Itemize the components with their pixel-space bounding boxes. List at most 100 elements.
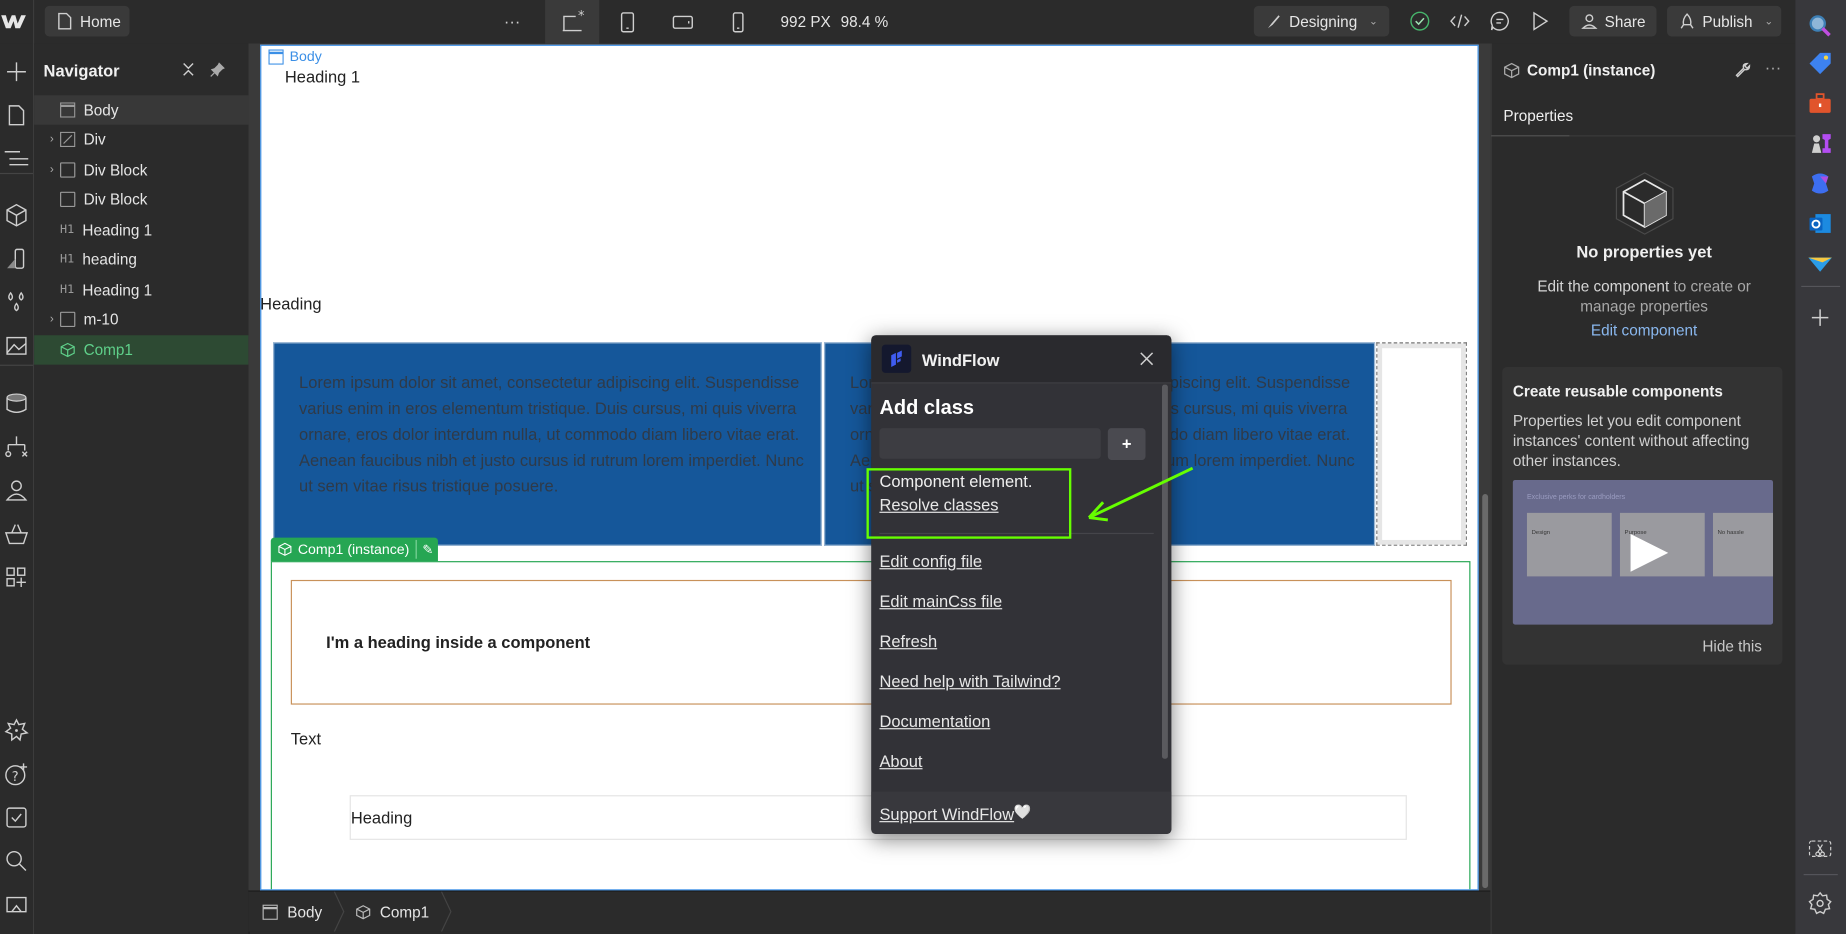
nav-item-heading[interactable]: H1 heading xyxy=(34,245,248,274)
edit-pencil-icon[interactable]: ✎ xyxy=(422,542,433,557)
breakpoint-landscape-button[interactable] xyxy=(670,9,696,35)
publish-label: Publish xyxy=(1702,12,1753,30)
games-button[interactable] xyxy=(1806,129,1834,157)
webflow-logo[interactable] xyxy=(0,7,28,35)
canvas-scrollbar[interactable] xyxy=(1482,494,1489,889)
about-link[interactable]: About xyxy=(879,752,922,771)
chevron-right-icon[interactable]: › xyxy=(44,164,60,177)
breakpoint-desktop-button[interactable]: * xyxy=(545,0,600,44)
preview-button[interactable] xyxy=(1528,9,1552,33)
add-sidebar-app-button[interactable] xyxy=(1806,303,1834,331)
styles-button[interactable] xyxy=(4,289,30,315)
screenshot-button[interactable] xyxy=(1806,835,1834,863)
chevron-right-icon[interactable]: › xyxy=(44,313,60,326)
component-icon xyxy=(1504,62,1520,78)
cms-button[interactable] xyxy=(4,391,30,417)
windflow-scrollbar[interactable] xyxy=(1161,384,1168,759)
video-card: No hassle xyxy=(1712,512,1774,577)
edit-maincss-link[interactable]: Edit mainCss file xyxy=(879,592,1002,611)
breadcrumb-item-body[interactable]: Body xyxy=(262,903,322,920)
edit-component-link[interactable]: Edit component xyxy=(1492,321,1797,339)
apps-button[interactable] xyxy=(4,565,30,591)
ecommerce-button[interactable] xyxy=(4,521,30,547)
shopping-button[interactable] xyxy=(1806,49,1834,77)
nav-item-heading[interactable]: H1 Heading 1 xyxy=(34,215,248,244)
tailwind-help-link[interactable]: Need help with Tailwind? xyxy=(879,672,1060,691)
publish-status-check[interactable] xyxy=(1409,11,1430,32)
video-icon xyxy=(6,896,27,913)
assets-button[interactable] xyxy=(4,333,30,359)
pages-home-button[interactable]: Home xyxy=(44,5,130,37)
nav-item-comp1[interactable]: Comp1 xyxy=(34,335,249,365)
pages-button[interactable] xyxy=(4,102,30,128)
instance-tag[interactable]: Comp1 (instance) ✎ xyxy=(270,537,438,562)
help-button[interactable]: ? xyxy=(4,761,30,787)
viewport-width: 992 PX xyxy=(780,12,831,31)
empty-column[interactable] xyxy=(1376,342,1467,546)
outlook-button[interactable] xyxy=(1806,209,1834,237)
user-icon xyxy=(5,480,28,501)
support-windflow-link[interactable]: Support WindFlow xyxy=(879,805,1014,824)
logic-button[interactable] xyxy=(4,434,30,460)
close-button[interactable] xyxy=(1138,351,1154,367)
breakpoint-portrait-button[interactable] xyxy=(725,9,751,35)
edit-config-link[interactable]: Edit config file xyxy=(879,552,982,571)
more-options-button[interactable]: ··· xyxy=(1765,58,1781,77)
promo-title: Create reusable components xyxy=(1512,382,1723,400)
heading-text[interactable]: Heading xyxy=(261,294,321,313)
publish-button[interactable]: Publish ⌄ xyxy=(1667,5,1782,37)
play-icon[interactable] xyxy=(1626,532,1673,574)
nav-item-m-10[interactable]: › m-10 xyxy=(34,305,248,334)
refresh-link[interactable]: Refresh xyxy=(879,632,937,651)
tab-properties[interactable]: Properties xyxy=(1491,93,1573,137)
mode-dropdown[interactable]: Designing ⌄ xyxy=(1253,5,1390,37)
browser-sidebar xyxy=(1795,0,1846,934)
chevron-right-icon[interactable]: › xyxy=(44,133,60,146)
audit-button[interactable] xyxy=(4,805,30,831)
browser-search-button[interactable] xyxy=(1806,12,1834,40)
share-button[interactable]: Share xyxy=(1569,5,1657,37)
nav-item-heading[interactable]: H1 Heading 1 xyxy=(34,275,248,304)
collapse-all-button[interactable] xyxy=(180,61,196,77)
code-export-button[interactable] xyxy=(1448,11,1472,32)
promo-video[interactable]: Exclusive perks for cardholders Design P… xyxy=(1512,479,1774,625)
nav-item-label: Heading 1 xyxy=(82,221,153,239)
page-icon xyxy=(58,12,72,30)
browser-settings-button[interactable] xyxy=(1806,889,1834,917)
breadcrumb-item-comp1[interactable]: Comp1 xyxy=(355,903,429,920)
video-tutorials-button[interactable] xyxy=(4,892,30,918)
component-icon xyxy=(278,542,292,556)
nav-item-div-block[interactable]: › Div Block xyxy=(34,155,248,184)
variables-button[interactable] xyxy=(4,246,30,272)
pin-panel-button[interactable] xyxy=(210,61,226,77)
settings-button[interactable] xyxy=(4,718,30,744)
left-tool-rail: ? xyxy=(0,43,35,934)
lorem-column[interactable]: Lorem ipsum dolor sit amet, consectetur … xyxy=(273,342,822,546)
users-button[interactable] xyxy=(4,478,30,504)
documentation-link[interactable]: Documentation xyxy=(879,712,990,731)
navigator-button[interactable] xyxy=(4,146,30,172)
comments-button[interactable] xyxy=(1488,9,1512,33)
breakpoint-tablet-button[interactable] xyxy=(615,9,641,35)
component-settings-button[interactable] xyxy=(1734,61,1753,78)
copilot-button[interactable] xyxy=(1806,169,1834,197)
add-elements-button[interactable] xyxy=(4,59,30,85)
settings-panel: Comp1 (instance) ··· Properties No prope… xyxy=(1490,43,1797,934)
search-button[interactable] xyxy=(4,848,30,874)
text-element[interactable]: Text xyxy=(291,729,321,748)
search-icon xyxy=(6,850,27,871)
nav-item-div-block[interactable]: Div Block xyxy=(34,185,248,214)
tools-button[interactable] xyxy=(1806,89,1834,117)
heading-1-text[interactable]: Heading 1 xyxy=(285,67,360,86)
more-options-button[interactable]: ··· xyxy=(504,12,520,31)
components-button[interactable] xyxy=(4,202,30,228)
class-input[interactable] xyxy=(879,428,1101,459)
nav-item-label: Div Block xyxy=(83,190,148,209)
component-heading[interactable]: I'm a heading inside a component xyxy=(326,633,590,652)
hide-promo-button[interactable]: Hide this xyxy=(1702,638,1762,656)
add-class-button[interactable]: + xyxy=(1107,428,1146,460)
body-selection-tag: Body xyxy=(268,48,322,65)
send-button[interactable] xyxy=(1806,249,1834,277)
nav-item-div[interactable]: › Div xyxy=(34,125,248,154)
nav-item-body[interactable]: Body xyxy=(34,95,249,125)
